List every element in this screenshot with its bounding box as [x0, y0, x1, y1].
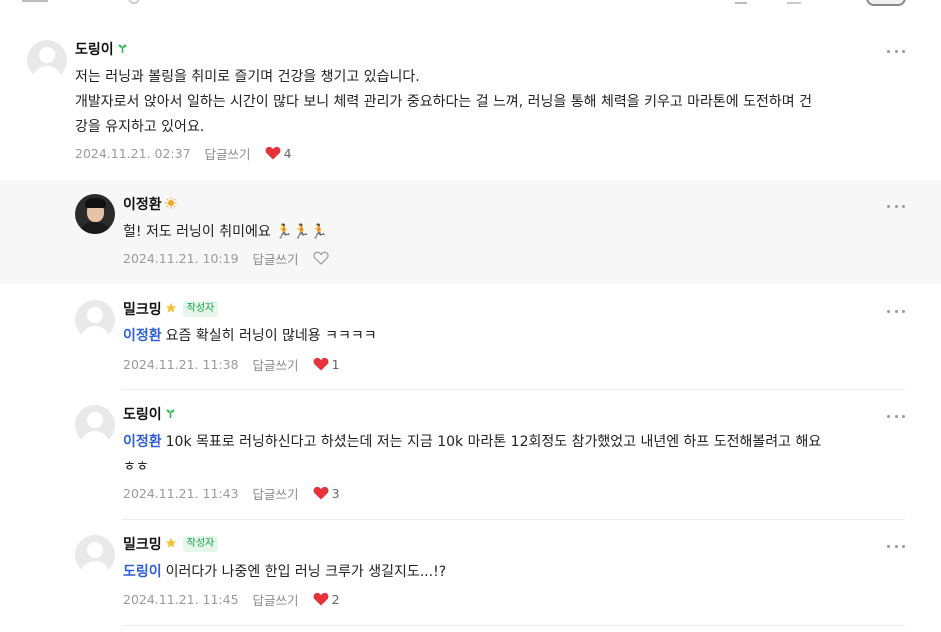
- comment-author-name[interactable]: 이정환: [123, 194, 162, 214]
- comment-text: 헐! 저도 러닝이 취미에요 🏃🏃🏃: [123, 224, 328, 240]
- like-count: 3: [331, 485, 340, 501]
- more-dots-icon[interactable]: [887, 48, 905, 54]
- comment-body: ㅎㅎ: [123, 459, 149, 475]
- comment-line: 개발자로서 앉아서 일하는 시간이 많다 보니 체력 관리가 중요하다는 걸 느…: [75, 94, 812, 110]
- comment-text: 이정환 10k 목표로 러닝하신다고 하셨는데 저는 지금 10k 마라톤 12회…: [123, 430, 893, 480]
- avatar[interactable]: [27, 40, 67, 80]
- sun-icon: [165, 197, 177, 211]
- comment-date: 2024.11.21. 11:43: [123, 485, 239, 501]
- comment-date: 2024.11.21. 11:45: [123, 591, 239, 607]
- heart-filled-icon[interactable]: [313, 486, 329, 500]
- like-count: 2: [331, 591, 340, 607]
- more-dots-icon[interactable]: [887, 413, 905, 419]
- heart-filled-icon[interactable]: [265, 146, 281, 160]
- comment-author-name[interactable]: 밀크밍: [123, 299, 162, 319]
- author-badge: 작성자: [182, 301, 219, 317]
- comment-body: 10k 목표로 러닝하신다고 하셨는데 저는 지금 10k 마라톤 12회정도 …: [165, 434, 822, 450]
- comment-body: 요즘 확실히 러닝이 많네용 ㅋㅋㅋㅋ: [165, 328, 377, 344]
- avatar[interactable]: [75, 405, 115, 445]
- reply-comment-item: 이정환 헐! 저도 러닝이 취미에요 🏃🏃🏃 2024.11.21. 10:19…: [0, 180, 941, 284]
- avatar[interactable]: [75, 194, 115, 234]
- reply-button[interactable]: 답글쓰기: [253, 249, 299, 268]
- star-icon: [165, 302, 177, 316]
- comment-author-name[interactable]: 도링이: [123, 404, 162, 424]
- comment-date: 2024.11.21. 11:38: [123, 356, 239, 372]
- star-icon: [165, 537, 177, 551]
- mention-link[interactable]: 이정환: [123, 328, 162, 344]
- comment-item: 도링이 저는 러닝과 볼링을 취미로 즐기며 건강을 챙기고 있습니다. 개발자…: [0, 0, 941, 180]
- reply-comment-item: 도링이 이정환 10k 목표로 러닝하신다고 하셨는데 저는 지금 10k 마라톤…: [0, 390, 941, 519]
- mention-link[interactable]: 이정환: [123, 434, 162, 450]
- mention-link[interactable]: 도링이: [123, 564, 162, 580]
- comment-text: 저는 러닝과 볼링을 취미로 즐기며 건강을 챙기고 있습니다. 개발자로서 앉…: [75, 65, 812, 140]
- more-dots-icon[interactable]: [887, 543, 905, 549]
- more-dots-icon[interactable]: [887, 308, 905, 314]
- divider: [122, 625, 905, 626]
- sprout-icon: [117, 43, 128, 56]
- heart-filled-icon[interactable]: [313, 357, 329, 371]
- reply-comment-item: 밀크밍 작성자 도링이 이러다가 나중엔 한입 러닝 크루가 생길지도...!? …: [0, 520, 941, 632]
- comment-text: 도링이 이러다가 나중엔 한입 러닝 크루가 생길지도...!?: [123, 560, 446, 585]
- heart-outline-icon[interactable]: [312, 251, 329, 265]
- comment-author-name[interactable]: 도링이: [75, 39, 114, 59]
- reply-button[interactable]: 답글쓰기: [253, 590, 299, 609]
- more-dots-icon[interactable]: [887, 203, 905, 209]
- comment-date: 2024.11.21. 10:19: [123, 250, 239, 266]
- avatar[interactable]: [75, 535, 115, 575]
- like-count: 1: [331, 356, 340, 372]
- comment-text: 이정환 요즘 확실히 러닝이 많네용 ㅋㅋㅋㅋ: [123, 324, 377, 349]
- avatar[interactable]: [75, 300, 115, 340]
- comment-body: 이러다가 나중엔 한입 러닝 크루가 생길지도...!?: [165, 564, 447, 580]
- comment-author-name[interactable]: 밀크밍: [123, 534, 162, 554]
- comment-line: 저는 러닝과 볼링을 취미로 즐기며 건강을 챙기고 있습니다.: [75, 69, 420, 85]
- author-badge: 작성자: [182, 536, 219, 552]
- comment-line: 강을 유지하고 있어요.: [75, 119, 205, 135]
- reply-button[interactable]: 답글쓰기: [205, 144, 251, 163]
- reply-button[interactable]: 답글쓰기: [253, 484, 299, 503]
- heart-filled-icon[interactable]: [313, 592, 329, 606]
- comment-date: 2024.11.21. 02:37: [75, 145, 191, 161]
- sprout-icon: [165, 408, 176, 421]
- like-count: 4: [283, 145, 292, 161]
- reply-comment-item: 밀크밍 작성자 이정환 요즘 확실히 러닝이 많네용 ㅋㅋㅋㅋ 2024.11.2…: [0, 284, 941, 390]
- reply-button[interactable]: 답글쓰기: [253, 355, 299, 374]
